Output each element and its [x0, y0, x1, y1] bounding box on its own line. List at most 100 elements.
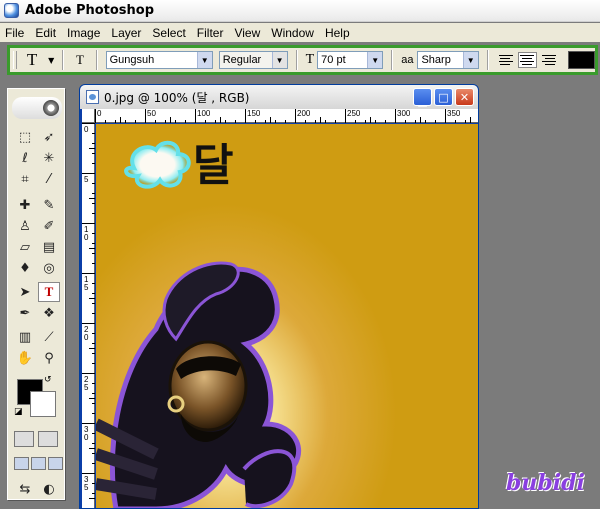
options-bar: T ▼ T Gungsuh ▼ Regular ▼ T 70 pt ▼ aa S…	[7, 45, 598, 75]
ruler-h-label: 200	[297, 109, 311, 118]
divider	[95, 50, 98, 70]
notes-tool-icon[interactable]: ▥	[14, 327, 36, 347]
antialias-icon: aa	[401, 54, 414, 66]
ruler-v-label: 1 0	[84, 225, 89, 242]
image-canvas[interactable]: 달	[96, 124, 478, 508]
imageready-jump-icon[interactable]: ⇆	[14, 479, 36, 499]
menu-filter[interactable]: Filter	[192, 26, 230, 40]
text-color-swatch[interactable]	[568, 51, 595, 69]
menu-layer[interactable]: Layer	[106, 26, 147, 40]
default-colors-icon[interactable]: ◪	[14, 407, 23, 417]
canvas-artwork	[96, 140, 301, 508]
menu-file[interactable]: File	[0, 26, 30, 40]
document-window: 0.jpg @ 100% (달 , RGB) ▁ □ ✕ 0 50 100 15…	[79, 84, 479, 509]
ruler-h-label: 50	[147, 109, 156, 118]
photoshop-eye-logo[interactable]	[12, 97, 62, 119]
text-orientation-toggle[interactable]: T	[72, 52, 87, 68]
font-family-select[interactable]: Gungsuh ▼	[105, 51, 213, 69]
healing-brush-tool-icon[interactable]: ✚	[14, 195, 36, 215]
zoom-tool-icon[interactable]: ⚲	[38, 348, 60, 368]
ruler-v-label: 1 5	[84, 275, 89, 292]
ruler-h-label: 150	[247, 109, 261, 118]
menu-select[interactable]: Select	[147, 26, 191, 40]
document-title: 0.jpg @ 100% (달 , RGB)	[104, 90, 250, 105]
type-tool-icon[interactable]: T	[38, 282, 60, 302]
standard-mode-button[interactable]	[14, 431, 34, 447]
menu-window[interactable]: Window	[266, 26, 320, 40]
chevron-down-icon[interactable]: ▼	[367, 52, 383, 68]
menu-view[interactable]: View	[229, 26, 266, 40]
photoshop-app-icon[interactable]	[4, 3, 19, 18]
eyedropper-tool-icon[interactable]: ⟋	[38, 327, 60, 347]
menu-bar: File Edit Image Layer Select Filter View…	[0, 23, 600, 42]
ruler-h-label: 300	[397, 109, 411, 118]
cloud-shape	[124, 140, 191, 189]
crop-tool-icon[interactable]: ⌗	[14, 169, 36, 189]
options-bar-grip[interactable]	[13, 51, 17, 69]
chevron-down-icon[interactable]: ▼	[271, 52, 287, 68]
ruler-v-label: 2 0	[84, 325, 89, 342]
minimize-button[interactable]: ▁	[413, 88, 432, 107]
maximize-button[interactable]: □	[434, 88, 453, 106]
font-size-value: 70 pt	[321, 54, 346, 66]
background-color-swatch[interactable]	[30, 391, 56, 417]
ruler-h-label: 350	[447, 109, 461, 118]
quick-mask-mode-button[interactable]	[38, 431, 58, 447]
divider	[391, 50, 394, 70]
blur-tool-icon[interactable]: ♦	[14, 258, 36, 278]
magic-wand-tool-icon[interactable]: ✳	[38, 148, 60, 168]
app-title: Adobe Photoshop	[25, 3, 155, 18]
chevron-down-icon[interactable]: ▼	[196, 52, 212, 68]
imageready-icon[interactable]: ◐	[38, 479, 60, 499]
canvas-text-layer[interactable]: 달	[193, 129, 233, 193]
font-family-value: Gungsuh	[109, 54, 155, 66]
align-left-button[interactable]	[497, 52, 516, 68]
pen-tool-icon[interactable]: ✒	[14, 303, 36, 323]
tool-preset-picker[interactable]: T	[27, 50, 44, 70]
ruler-v-label: 5	[84, 175, 89, 184]
hand-tool-icon[interactable]: ✋	[14, 348, 36, 368]
menu-image[interactable]: Image	[62, 26, 106, 40]
ruler-h-label: 250	[347, 109, 361, 118]
menu-help[interactable]: Help	[320, 26, 356, 40]
horizontal-ruler[interactable]: 0 50 100 150 200 250 300 350	[95, 109, 478, 123]
document-icon	[86, 90, 99, 104]
history-brush-tool-icon[interactable]: ✐	[38, 216, 60, 236]
chevron-down-icon[interactable]: ▼	[462, 52, 478, 68]
close-button[interactable]: ✕	[455, 88, 474, 106]
divider	[486, 50, 489, 70]
ruler-h-label: 100	[197, 109, 211, 118]
divider	[295, 50, 298, 70]
gradient-tool-icon[interactable]: ▤	[38, 237, 60, 257]
move-tool-icon[interactable]: ➶	[38, 127, 60, 147]
full-screen-mode-button[interactable]	[48, 457, 63, 470]
menu-edit[interactable]: Edit	[30, 26, 62, 40]
vertical-ruler[interactable]: 0 5 1 0 1 5 2 0 2 5 3 0 3 5	[82, 123, 95, 508]
slice-tool-icon[interactable]: ⁄	[38, 169, 60, 189]
eraser-tool-icon[interactable]: ▱	[14, 237, 36, 257]
font-style-select[interactable]: Regular ▼	[218, 51, 288, 69]
swap-colors-icon[interactable]: ↺	[44, 375, 52, 385]
align-center-button[interactable]	[517, 52, 538, 68]
font-size-icon: T	[305, 52, 315, 67]
marquee-tool-icon[interactable]: ⬚	[14, 127, 36, 147]
clone-stamp-tool-icon[interactable]: ♙	[14, 216, 36, 236]
ruler-v-label: 2 5	[84, 375, 89, 392]
toolbox: ⬚ ➶ ℓ ✳ ⌗ ⁄ ✚ ✎ ♙ ✐ ▱ ▤ ♦ ◎ ➤ T ✒ ❖ ▥ ⟋ …	[7, 88, 65, 500]
brush-tool-icon[interactable]: ✎	[38, 195, 60, 215]
ruler-v-label: 3 5	[84, 475, 89, 492]
align-right-button[interactable]	[539, 52, 558, 68]
path-selection-tool-icon[interactable]: ➤	[14, 282, 36, 302]
antialias-select[interactable]: Sharp ▼	[417, 51, 479, 69]
app-titlebar: Adobe Photoshop	[0, 0, 600, 22]
chevron-down-icon[interactable]: ▼	[48, 56, 54, 65]
dodge-tool-icon[interactable]: ◎	[38, 258, 60, 278]
divider	[62, 50, 65, 70]
ruler-origin[interactable]	[82, 109, 95, 123]
eye-icon	[43, 100, 59, 116]
standard-screen-mode-button[interactable]	[14, 457, 29, 470]
lasso-tool-icon[interactable]: ℓ	[14, 148, 36, 168]
custom-shape-tool-icon[interactable]: ❖	[38, 303, 60, 323]
font-size-select[interactable]: 70 pt ▼	[317, 51, 384, 69]
full-screen-menu-mode-button[interactable]	[31, 457, 46, 470]
